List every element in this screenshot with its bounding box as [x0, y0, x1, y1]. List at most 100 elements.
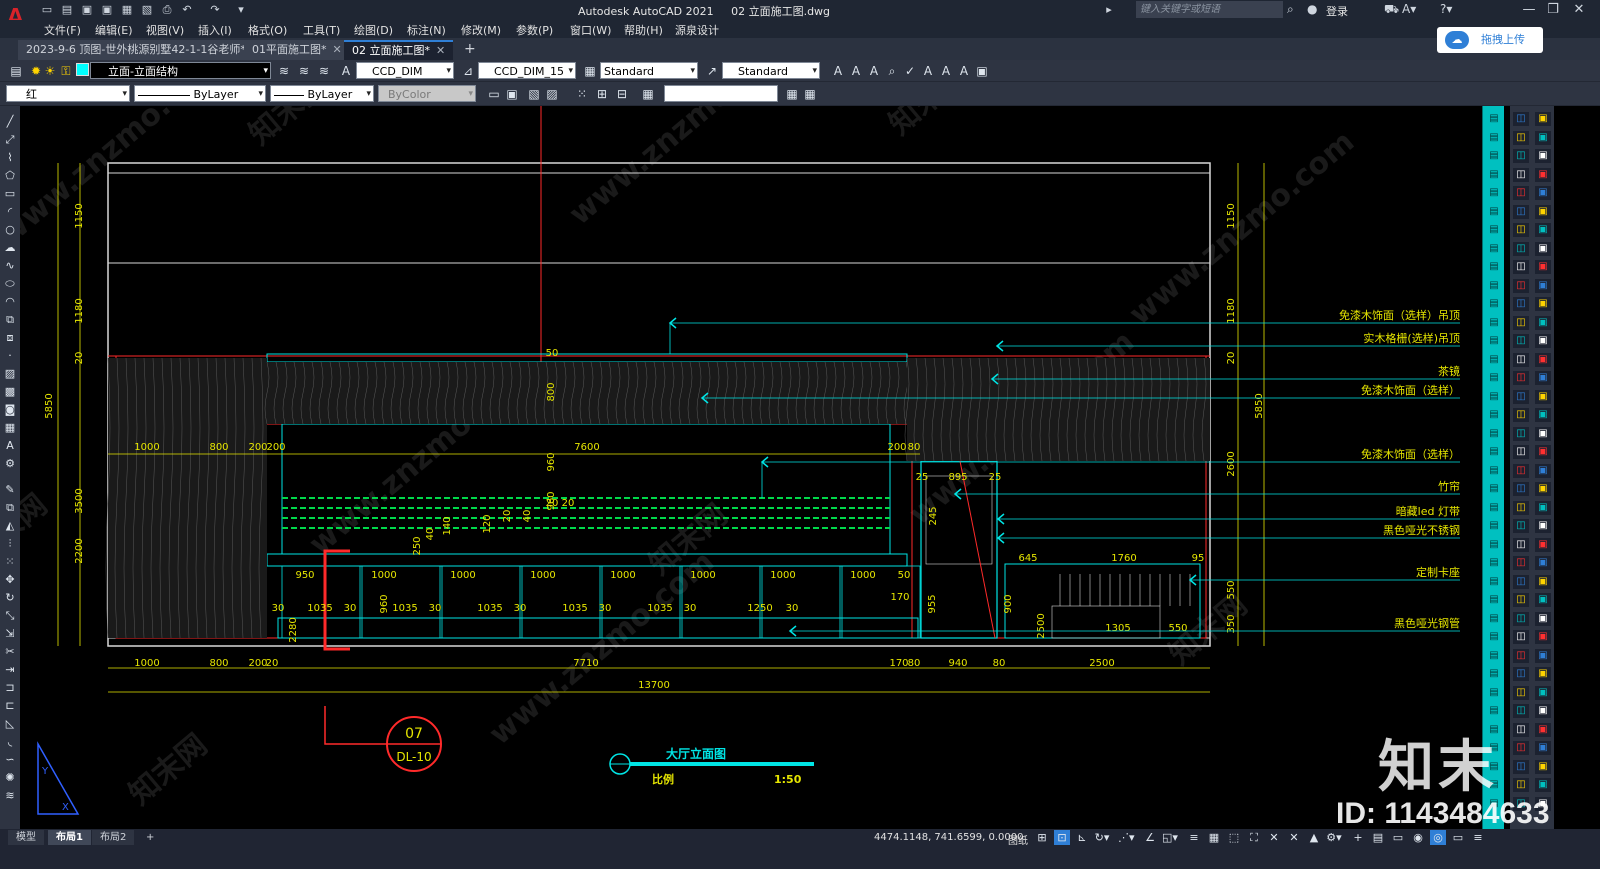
open-folder-icon[interactable]: ▤ [60, 3, 74, 17]
toolbar-tool-icon[interactable]: ▤ [1486, 279, 1502, 293]
table-style-select[interactable]: Standard ▾ [600, 62, 698, 79]
layer-properties-icon[interactable]: ▤ [8, 63, 24, 79]
toolbar-tool-icon[interactable]: ◫ [1513, 445, 1529, 459]
grid-display-icon[interactable]: ⊞ [1034, 830, 1050, 845]
toolbar-tool-icon[interactable]: ▣ [1535, 445, 1551, 459]
toolbar-tool-icon[interactable]: ▤ [1486, 112, 1502, 126]
toolbar-tool-icon[interactable]: ◫ [1513, 648, 1529, 663]
infer-constraints-icon[interactable]: ⊾ [1074, 830, 1090, 845]
close-icon[interactable]: ✕ [333, 43, 342, 56]
toolbar-tool-icon[interactable]: ◫ [1513, 408, 1529, 422]
osnap-icon[interactable]: ◱▾ [1162, 830, 1178, 845]
toolbar-tool-icon[interactable]: ◫ [1513, 722, 1529, 737]
layer-tools-icon[interactable]: ≋ [2, 788, 18, 804]
toolbar-tool-icon[interactable]: ▤ [1486, 149, 1502, 163]
quick-access-dropdown-icon[interactable]: ▾ [234, 3, 248, 17]
toolbar-tool-icon[interactable]: ▤ [1486, 704, 1502, 718]
make-current-layer-icon[interactable]: ≋ [276, 63, 292, 79]
join-icon[interactable]: ⊏ [2, 698, 18, 714]
toolbar-tool-icon[interactable]: ▤ [1486, 686, 1502, 700]
clean-screen-icon[interactable]: ▭ [1450, 830, 1466, 845]
chamfer-icon[interactable]: ◺ [2, 716, 18, 732]
text-style-select[interactable]: CCD_DIM ▾ [356, 62, 454, 79]
toolbar-tool-icon[interactable]: ▤ [1486, 538, 1502, 552]
toolbar-tool-icon[interactable]: ▤ [1486, 316, 1502, 330]
circle-icon[interactable]: ○ [2, 222, 18, 238]
text-a2-icon[interactable]: A [848, 63, 864, 79]
toolbar-tool-icon[interactable]: ▣ [1535, 167, 1551, 182]
user-icon[interactable]: ● [1307, 2, 1317, 16]
dim-style-icon[interactable]: ⊿ [460, 63, 476, 79]
spline-icon[interactable]: ∿ [2, 258, 18, 274]
layer-previous-icon[interactable]: ≋ [296, 63, 312, 79]
extend-icon[interactable]: ⇥ [2, 662, 18, 678]
mtext-icon[interactable]: A [2, 438, 18, 454]
toolbar-tool-icon[interactable]: ◫ [1513, 556, 1529, 570]
toolbar-tool-icon[interactable]: ▣ [1535, 130, 1551, 145]
toolbar-tool-icon[interactable]: ◫ [1513, 574, 1529, 589]
quick-properties-icon[interactable]: ▭ [1390, 830, 1406, 845]
toolbar-tool-icon[interactable]: ▤ [1486, 371, 1502, 385]
3d-osnap-icon[interactable]: ⛶ [1246, 830, 1262, 845]
toolbar-tool-icon[interactable]: ▣ [1535, 611, 1551, 626]
break-icon[interactable]: ⊐ [2, 680, 18, 696]
toolbar-tool-icon[interactable]: ▤ [1486, 575, 1502, 589]
menu-file[interactable]: 文件(F) [44, 22, 81, 38]
print-icon[interactable]: ⎙ [160, 3, 174, 17]
snap-mode-icon[interactable]: ⊡ [1054, 830, 1070, 845]
revcloud-icon[interactable]: ☁ [2, 240, 18, 256]
toolbar-tool-icon[interactable]: ▤ [1486, 260, 1502, 274]
toolbar-tool-icon[interactable]: ◫ [1513, 482, 1529, 496]
toolbar-tool-icon[interactable]: ▣ [1535, 371, 1551, 385]
toolbar-tool-icon[interactable]: ◫ [1513, 130, 1529, 145]
linetype-select[interactable]: ByLayer ▾ [134, 85, 266, 102]
toolbar-tool-icon[interactable]: ◫ [1513, 500, 1529, 515]
isodraft-icon[interactable]: ⋰▾ [1118, 830, 1135, 845]
workspace-gear-icon[interactable]: ⚙▾ [1326, 830, 1342, 845]
toolbar-tool-icon[interactable]: ▣ [1535, 704, 1551, 718]
array-left-icon[interactable]: ⁙ [2, 554, 18, 570]
layer-freeze-sun-icon[interactable]: ☀ [42, 63, 58, 79]
toolbar-tool-icon[interactable]: ◫ [1513, 315, 1529, 330]
toolbar-tool-icon[interactable]: ▣ [1535, 667, 1551, 681]
toolbar-tool-icon[interactable]: ▤ [1486, 334, 1502, 348]
block-icon[interactable]: ▧ [526, 86, 542, 102]
toolbar-tool-icon[interactable]: ▣ [1535, 574, 1551, 589]
toolbar-tool-icon[interactable]: ▤ [1486, 482, 1502, 496]
toolbar-tool-icon[interactable]: ▣ [1535, 778, 1551, 792]
toolbar-tool-icon[interactable]: ▣ [1535, 519, 1551, 533]
toolbar-tool-icon[interactable]: ◫ [1513, 759, 1529, 774]
annotation-scale-icon[interactable]: ▲ [1306, 830, 1322, 845]
toolbar-tool-icon[interactable]: ▤ [1486, 464, 1502, 478]
toolbar-tool-icon[interactable]: ▤ [1486, 223, 1502, 237]
menu-parametric[interactable]: 参数(P) [516, 22, 553, 38]
fillet-icon[interactable]: ◟ [2, 734, 18, 750]
tab-ceiling-plan[interactable]: 2023-9-6 顶图-世外桃源别墅42-1-1谷老师*✕ [18, 40, 270, 60]
text-frame-icon[interactable]: ▣ [974, 63, 990, 79]
minimize-icon[interactable]: — [1518, 1, 1540, 19]
toolbar-tool-icon[interactable]: ▣ [1535, 315, 1551, 330]
toolbar-tool-icon[interactable]: ◫ [1513, 519, 1529, 533]
block-edit-icon[interactable]: ▨ [544, 86, 560, 102]
publish-icon[interactable]: ▦ [120, 3, 134, 17]
move-icon[interactable]: ✥ [2, 572, 18, 588]
toolbar-tool-icon[interactable]: ◫ [1513, 352, 1529, 367]
close-icon[interactable]: ✕ [436, 44, 445, 57]
gradient-icon[interactable]: ▩ [2, 384, 18, 400]
toolbar-tool-icon[interactable]: ▣ [1535, 297, 1551, 311]
toolbar-tool-icon[interactable]: ▣ [1535, 759, 1551, 774]
add-tab-icon[interactable]: + [464, 41, 476, 57]
tab-model[interactable]: 模型 [8, 830, 44, 845]
grid-icon[interactable]: ▦ [784, 86, 800, 102]
toolbar-tool-icon[interactable]: ▤ [1486, 205, 1502, 219]
line-icon[interactable]: ╱ [2, 114, 18, 130]
tab-layout2[interactable]: 布局2 [92, 830, 135, 845]
toolbar-tool-icon[interactable]: ▣ [1535, 741, 1551, 755]
graphics-performance-icon[interactable]: ◎ [1430, 830, 1446, 845]
construction-line-icon[interactable]: ⤢ [2, 132, 18, 148]
table-style-icon[interactable]: ▦ [582, 63, 598, 79]
menu-format[interactable]: 格式(O) [248, 22, 287, 38]
undo-icon[interactable]: ↶ [180, 3, 194, 17]
text-justify-icon[interactable]: A [938, 63, 954, 79]
toolbar-tool-icon[interactable]: ▤ [1486, 408, 1502, 422]
